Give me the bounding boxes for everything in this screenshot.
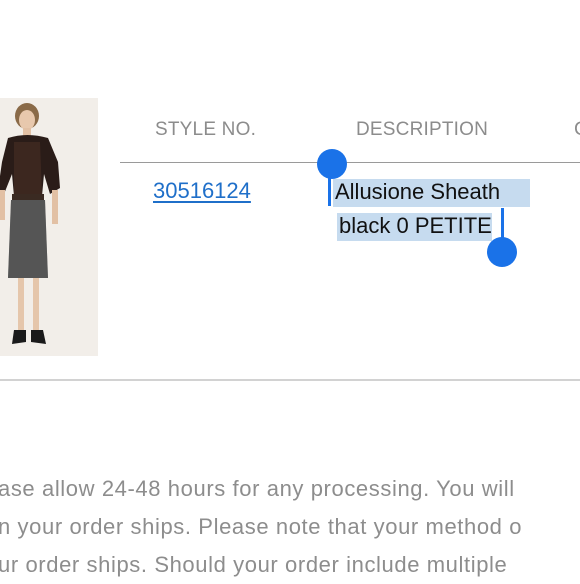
notice-line: n your order ships. Please note that you… xyxy=(0,514,523,539)
description-line-1[interactable]: Allusione Sheath xyxy=(333,179,531,207)
selection-end-handle-icon[interactable] xyxy=(487,237,517,267)
column-header-style-no: STYLE NO. xyxy=(155,119,257,140)
notice-line: ur order ships. Should your order includ… xyxy=(0,552,508,577)
style-number-link[interactable]: 30516124 xyxy=(153,178,251,204)
column-header-partial: C xyxy=(574,119,580,141)
selection-start-handle-icon[interactable] xyxy=(317,149,347,179)
dress-photo xyxy=(0,98,98,356)
selection-start-bar[interactable] xyxy=(328,176,331,206)
description-line-2[interactable]: black 0 PETITE xyxy=(337,213,492,241)
row-divider xyxy=(0,379,580,381)
header-divider xyxy=(120,162,580,163)
processing-notice: ase allow 24-48 hours for any processing… xyxy=(0,470,522,584)
notice-line: ase allow 24-48 hours for any processing… xyxy=(0,476,515,501)
column-header-description: DESCRIPTION xyxy=(356,119,489,140)
product-image xyxy=(0,98,98,356)
